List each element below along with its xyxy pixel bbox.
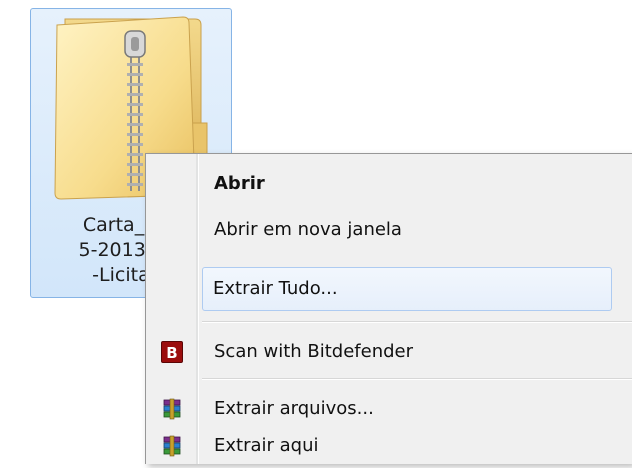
menu-separator	[202, 378, 632, 380]
menu-item-open[interactable]: Abrir	[148, 162, 632, 206]
menu-item-extract-here-label: Extrair aqui	[214, 435, 319, 456]
menu-item-open-new-window[interactable]: Abrir em nova janela	[148, 208, 632, 252]
bitdefender-icon: B	[161, 341, 183, 363]
winrar-icon	[163, 398, 181, 420]
menu-item-scan-bitdefender-label: Scan with Bitdefender	[214, 341, 414, 362]
menu-item-open-label: Abrir	[214, 173, 265, 194]
menu-item-open-new-window-label: Abrir em nova janela	[214, 219, 402, 240]
menu-item-scan-bitdefender[interactable]: B Scan with Bitdefender	[148, 330, 632, 374]
menu-item-extract-all-label: Extrair Tudo...	[213, 278, 338, 299]
menu-separator	[202, 321, 632, 323]
menu-item-extract-all[interactable]: Extrair Tudo...	[202, 267, 612, 311]
menu-item-extract-here[interactable]: Extrair aqui	[148, 424, 632, 468]
context-menu: Abrir Abrir em nova janela Extrair Tudo.…	[145, 153, 632, 464]
winrar-icon	[163, 435, 181, 457]
